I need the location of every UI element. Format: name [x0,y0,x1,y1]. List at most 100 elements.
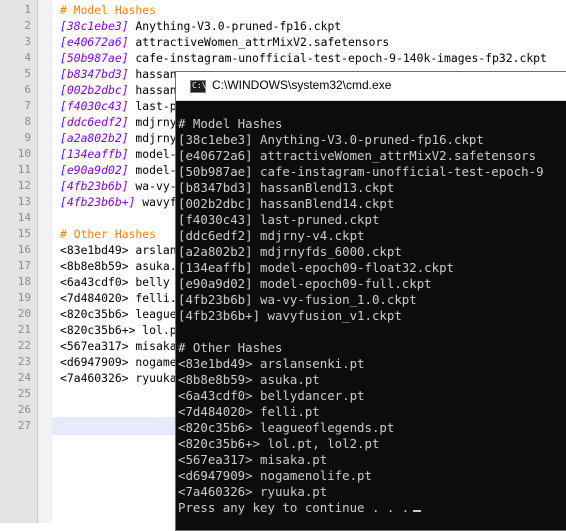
line-number: 15 [17,227,31,240]
text-cursor [413,510,422,512]
hash-text: [4fb23b6b] [60,179,129,193]
line-number: 20 [17,307,31,320]
console-line: <8b8e8b59> asuka.pt [178,372,320,388]
console-line: [e90a9d02] model-epoch09-full.ckpt [178,276,432,292]
line-number: 13 [17,195,31,208]
console-line-text: [4fb23b6b] wa-vy-fusion_1.0.ckpt [178,292,417,307]
editor-line: [ddc6edf2] mdjrny [60,114,177,130]
line-number: 11 [17,163,31,176]
console-line-text: Press any key to continue . . . [178,500,410,515]
line-number-gutter: 1 2 3 4 5 6 7 8 9 10 11 12 13 14 15 16 17 18 19 20 21 22 23 24 2… [0,0,38,523]
filename-text: asuka. [128,259,177,273]
hash-text: <6a43cdf0> [60,275,129,289]
editor-line: [a2a802b2] mdjrny [60,130,177,146]
console-line-text: <83e1bd49> arslansenki.pt [178,356,365,371]
console-line: <567ea317> misaka.pt [178,452,327,468]
editor-line: <820c35b6> league [60,306,177,322]
editor-line: [002b2dbc] hassan [60,82,177,98]
comment-text: # Model Hashes [60,3,157,17]
hash-text: [a2a802b2] [60,131,129,145]
line-number: 3 [24,35,31,48]
console-line: Press any key to continue . . . [178,500,422,516]
editor-line: [50b987ae] cafe-instagram-unofficial-tes… [60,50,547,66]
console-line: [4fb23b6b] wa-vy-fusion_1.0.ckpt [178,292,417,308]
line-number: 21 [17,323,31,336]
editor-line: [e40672a6] attractiveWomen_attrMixV2.saf… [60,34,389,50]
hash-text: <8b8e8b59> [60,259,129,273]
filename-text: lol.p [135,323,177,337]
console-line: <820c35b6+> lol.pt, lol2.pt [178,436,379,452]
hash-text: [4fb23b6b+] [60,195,136,209]
line-number: 14 [17,211,31,224]
line-number: 1 [24,3,31,16]
console-line-text: <820c35b6+> lol.pt, lol2.pt [178,436,380,451]
hash-text: <7d484020> [60,291,129,305]
hash-text: [e90a9d02] [60,163,129,177]
console-line: [f4030c43] last-pruned.ckpt [178,212,379,228]
editor-line: <7d484020> felli. [60,290,177,306]
cmd-console-output[interactable]: # Model Hashes [38c1ebe3] Anything-V3.0-p… [176,100,566,530]
console-line: <6a43cdf0> bellydancer.pt [178,388,365,404]
editor-line: [b8347bd3] hassan [60,66,177,82]
filename-text: belly [128,275,170,289]
filename-text: hassan [128,67,177,81]
console-line-text: [50b987ae] cafe-instagram-unofficial-tes… [178,164,544,179]
console-line-text: [a2a802b2] mdjrnyfds_6000.ckpt [178,244,402,259]
line-number: 2 [24,19,31,32]
filename-text: league [128,307,177,321]
editor-line: <567ea317> misaka [60,338,177,354]
hash-text: [134eaffb] [60,147,129,161]
filename-text: wa-vy- [128,179,177,193]
hash-text: <d6947909> [60,355,129,369]
filename-text: model- [128,147,177,161]
line-number: 10 [17,147,31,160]
console-line: <83e1bd49> arslansenki.pt [178,356,365,372]
hash-text: <567ea317> [60,339,129,353]
filename-text: cafe-instagram-unofficial-test-epoch-9-1… [128,51,547,65]
filename-text: mdjrny [128,131,177,145]
filename-text: felli. [128,291,177,305]
line-number: 17 [17,259,31,272]
editor-line: [134eaffb] model- [60,146,177,162]
line-number: 8 [24,115,31,128]
filename-text: arslan [128,243,177,257]
editor-line: [e90a9d02] model- [60,162,177,178]
line-number: 26 [17,403,31,416]
line-number: 19 [17,291,31,304]
filename-text: wavyf [135,195,177,209]
console-line: [002b2dbc] hassanBlend14.ckpt [178,196,394,212]
hash-text: [f4030c43] [60,99,129,113]
line-number: 18 [17,275,31,288]
console-line: [134eaffb] model-epoch09-float32.ckpt [178,260,454,276]
line-number: 6 [24,83,31,96]
console-line-text: <7a460326> ryuuka.pt [178,484,328,499]
filename-text: mdjrny [128,115,177,129]
console-line-text: [ddc6edf2] mdjrny-v4.ckpt [178,228,365,243]
console-line-text: [e40672a6] attractiveWomen_attrMixV2.saf… [178,148,537,163]
line-number: 4 [24,51,31,64]
console-line-text: <820c35b6> leagueoflegends.pt [178,420,395,435]
line-number: 16 [17,243,31,256]
filename-text: attractiveWomen_attrMixV2.safetensors [128,35,390,49]
console-line-text: <567ea317> misaka.pt [178,452,328,467]
line-number: 27 [17,419,31,432]
filename-text: hassan [128,83,177,97]
hash-text: <83e1bd49> [60,243,129,257]
console-line: <820c35b6> leagueoflegends.pt [178,420,394,436]
editor-line: # Model Hashes [60,2,156,18]
cmd-titlebar[interactable]: C:\ C:\WINDOWS\system32\cmd.exe [176,72,566,101]
line-number: 9 [24,131,31,144]
editor-line: [4fb23b6b+] wavyf [60,194,177,210]
console-line: [ddc6edf2] mdjrny-v4.ckpt [178,228,365,244]
console-line: [e40672a6] attractiveWomen_attrMixV2.saf… [178,148,536,164]
filename-text: model- [128,163,177,177]
comment-text: # Other Hashes [60,227,157,241]
cmd-window[interactable]: C:\ C:\WINDOWS\system32\cmd.exe # Model … [175,71,566,531]
editor-line: <820c35b6+> lol.p [60,322,177,338]
editor-line: <d6947909> nogame [60,354,177,370]
filename-text: misaka [128,339,177,353]
cmd-title: C:\WINDOWS\system32\cmd.exe [212,78,392,92]
console-line-text: <6a43cdf0> bellydancer.pt [178,388,365,403]
console-line-text: [38c1ebe3] Anything-V3.0-pruned-fp16.ckp… [178,132,484,147]
console-line: <7d484020> felli.pt [178,404,320,420]
